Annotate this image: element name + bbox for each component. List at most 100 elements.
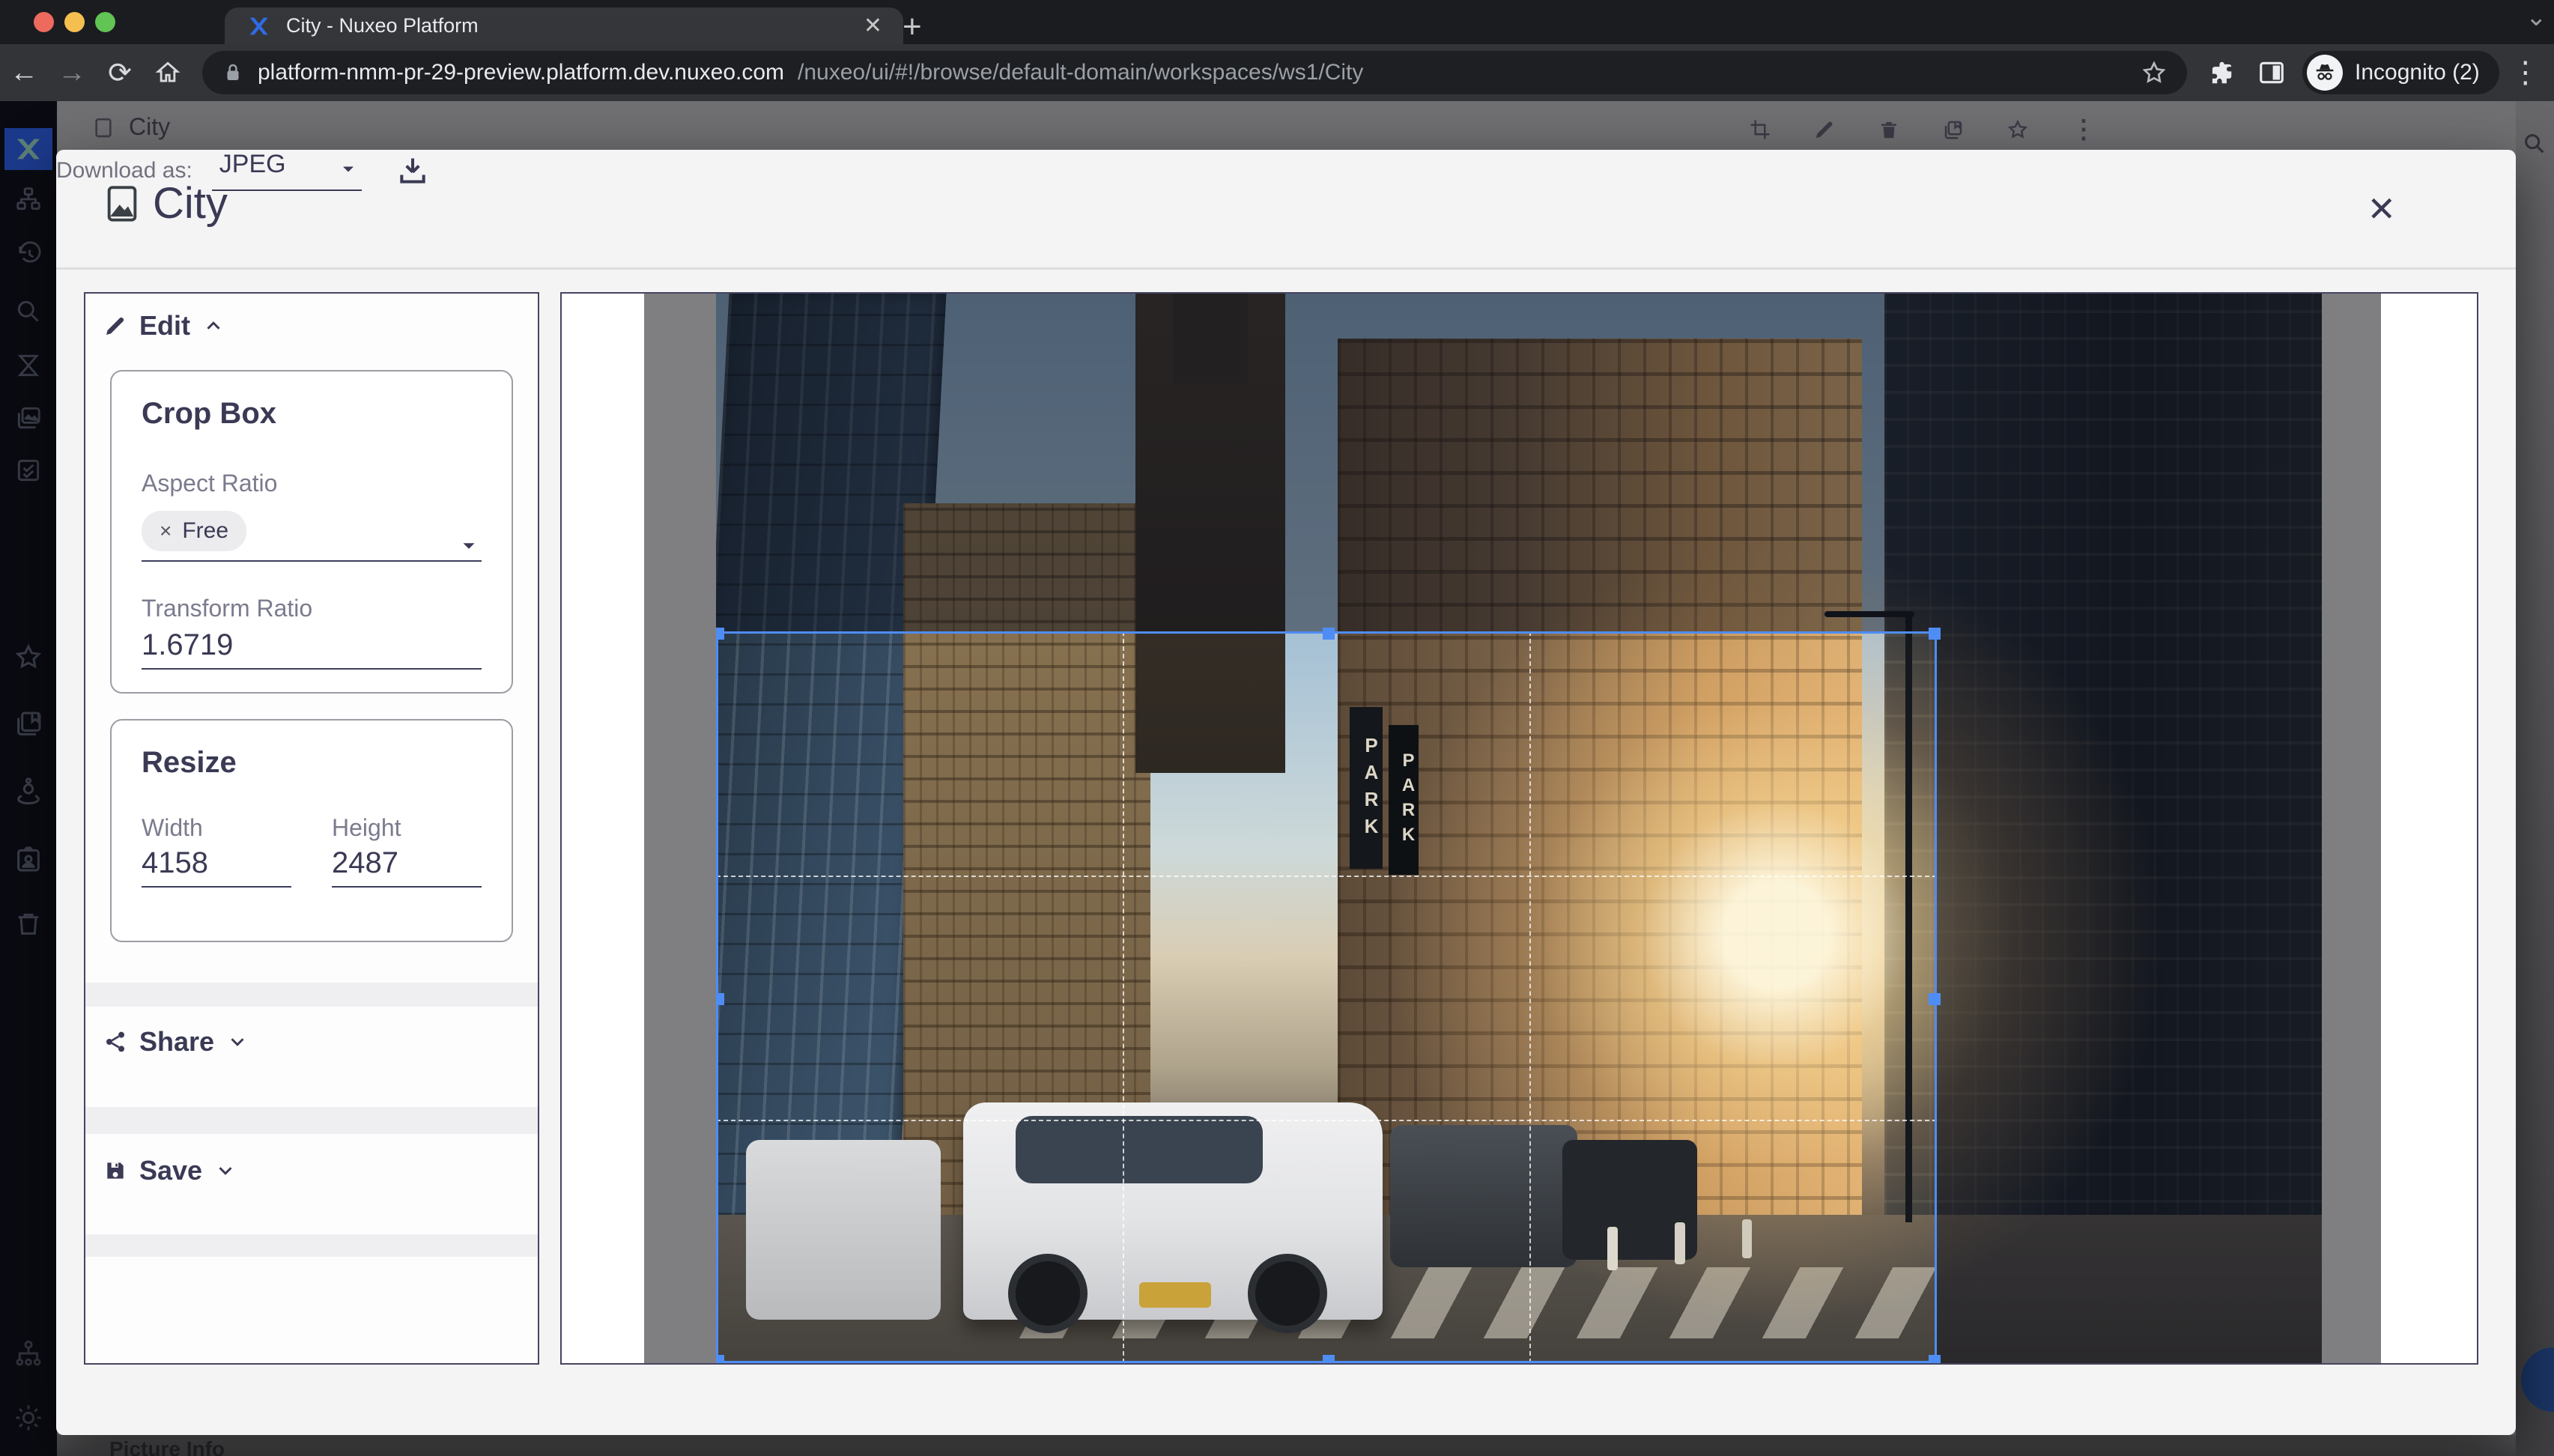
personal-space-icon[interactable]: [0, 844, 57, 874]
favorites-icon[interactable]: [0, 642, 57, 672]
minimize-window-button[interactable]: [64, 12, 85, 32]
nuxeo-logo-icon[interactable]: [4, 128, 52, 170]
crop-handle-e[interactable]: [1929, 993, 1941, 1005]
document-icon: [91, 115, 115, 139]
browser-menu-dots[interactable]: ⋮: [2499, 55, 2552, 90]
tab-overflow-chevron[interactable]: ⌄: [2526, 4, 2547, 30]
reload-button[interactable]: ⟳: [96, 56, 144, 90]
collections-icon[interactable]: [0, 709, 57, 739]
aspect-ratio-select[interactable]: × Free: [142, 511, 482, 562]
edit-section-header[interactable]: Edit: [103, 310, 225, 342]
save-icon: [103, 1159, 127, 1183]
crop-handle-sw[interactable]: [716, 1355, 724, 1363]
side-panel-icon[interactable]: [2257, 58, 2286, 87]
download-format-select[interactable]: JPEG: [212, 150, 362, 191]
aspect-ratio-label: Aspect Ratio: [142, 470, 482, 497]
add-to-collection-icon: [1942, 118, 1965, 141]
modal-header: City Download as: JPEG ✕: [56, 150, 2516, 267]
download-format-value: JPEG: [219, 150, 286, 178]
extensions-icon[interactable]: [2206, 58, 2235, 87]
share-section-header[interactable]: Share: [103, 1026, 249, 1058]
download-as-group: Download as: JPEG: [56, 150, 2516, 191]
download-button[interactable]: [396, 154, 429, 187]
save-section-label: Save: [139, 1155, 202, 1186]
crop-handle-se[interactable]: [1929, 1355, 1941, 1363]
height-label: Height: [332, 814, 482, 842]
favorite-star-icon: [2007, 118, 2029, 141]
maximize-window-button[interactable]: [95, 12, 115, 32]
nuxeo-sidebar: [0, 101, 57, 1456]
crop-handle-n[interactable]: [1323, 628, 1335, 640]
browse-tree-icon[interactable]: [0, 185, 57, 213]
save-section-header[interactable]: Save: [103, 1155, 237, 1186]
home-button[interactable]: [144, 58, 192, 87]
chip-label: Free: [182, 518, 228, 544]
crop-icon: [1749, 118, 1771, 141]
workflow-icon[interactable]: [0, 1338, 57, 1368]
transform-ratio-input[interactable]: 1.6719: [142, 628, 482, 670]
transform-ratio-label: Transform Ratio: [142, 595, 482, 622]
crop-handle-nw[interactable]: [716, 628, 724, 640]
edit-section-label: Edit: [139, 310, 190, 342]
crop-handle-ne[interactable]: [1929, 628, 1941, 640]
close-modal-button[interactable]: ✕: [2367, 192, 2396, 226]
profile-icon[interactable]: [0, 775, 57, 805]
crop-box-selection[interactable]: [716, 631, 1937, 1363]
queue-hourglass-icon[interactable]: [0, 351, 57, 380]
chip-remove-icon[interactable]: ×: [160, 519, 172, 543]
aspect-ratio-chip[interactable]: × Free: [142, 511, 246, 551]
more-dots-icon: ⋮: [2071, 115, 2096, 145]
crop-box-card: Crop Box Aspect Ratio × Free Transform R…: [110, 370, 513, 694]
tasks-icon[interactable]: [0, 456, 57, 485]
right-column-behind: [2516, 101, 2554, 1456]
close-window-button[interactable]: [34, 12, 54, 32]
height-input[interactable]: Height 2487: [332, 814, 482, 888]
crop-dim-right: [1937, 631, 2322, 1363]
bookmark-star-icon[interactable]: [2141, 59, 2168, 86]
dropdown-arrow-icon: [338, 159, 359, 180]
chevron-down-icon: [226, 1031, 249, 1053]
screen: City - Nuxeo Platform ✕ + ⌄ ← → ⟳ platfo…: [0, 0, 2554, 1456]
nuxeo-favicon: [246, 13, 271, 39]
picture-icon: [105, 184, 139, 223]
settings-gear-icon[interactable]: [0, 1403, 57, 1433]
height-value: 2487: [332, 846, 482, 880]
edit-pencil-icon: [1813, 118, 1836, 141]
back-button[interactable]: ←: [0, 57, 48, 89]
trash-icon[interactable]: [0, 909, 57, 938]
width-label: Width: [142, 814, 291, 842]
breadcrumb-title: City: [129, 113, 170, 141]
image-edit-modal: City Download as: JPEG ✕: [56, 150, 2516, 1435]
modal-title-group: City: [105, 178, 228, 228]
dropdown-arrow-icon: [458, 535, 480, 557]
browser-tab[interactable]: City - Nuxeo Platform ✕: [225, 7, 903, 44]
delete-trash-icon: [1878, 118, 1900, 141]
assets-icon[interactable]: [0, 404, 57, 432]
width-input[interactable]: Width 4158: [142, 814, 291, 888]
chevron-up-icon: [202, 315, 225, 337]
tab-title: City - Nuxeo Platform: [286, 14, 849, 37]
share-icon: [103, 1030, 127, 1054]
crop-handle-w[interactable]: [716, 993, 724, 1005]
incognito-badge[interactable]: Incognito (2): [2302, 51, 2499, 94]
page-search-icon: [2522, 131, 2547, 157]
close-tab-icon[interactable]: ✕: [864, 15, 882, 37]
forward-button[interactable]: →: [48, 57, 96, 89]
header-divider: [56, 267, 2516, 270]
crop-dim-top: [716, 294, 2322, 631]
crop-handle-s[interactable]: [1323, 1355, 1335, 1363]
url-path: /nuxeo/ui/#!/browse/default-domain/works…: [798, 60, 2127, 85]
url-domain: platform-nmm-pr-29-preview.platform.dev.…: [258, 60, 784, 85]
new-tab-button[interactable]: +: [903, 10, 922, 43]
history-icon[interactable]: [0, 240, 57, 269]
image-viewer: PARK PARK: [560, 292, 2478, 1365]
chevron-down-icon: [214, 1159, 237, 1182]
app-header-behind: City ⋮: [57, 101, 2516, 150]
search-icon[interactable]: [0, 297, 57, 326]
incognito-icon: [2307, 55, 2343, 91]
section-divider: [85, 1234, 538, 1257]
section-divider: [85, 983, 538, 1007]
url-bar[interactable]: platform-nmm-pr-29-preview.platform.dev.…: [202, 51, 2187, 94]
section-divider: [85, 1107, 538, 1134]
width-value: 4158: [142, 846, 291, 880]
